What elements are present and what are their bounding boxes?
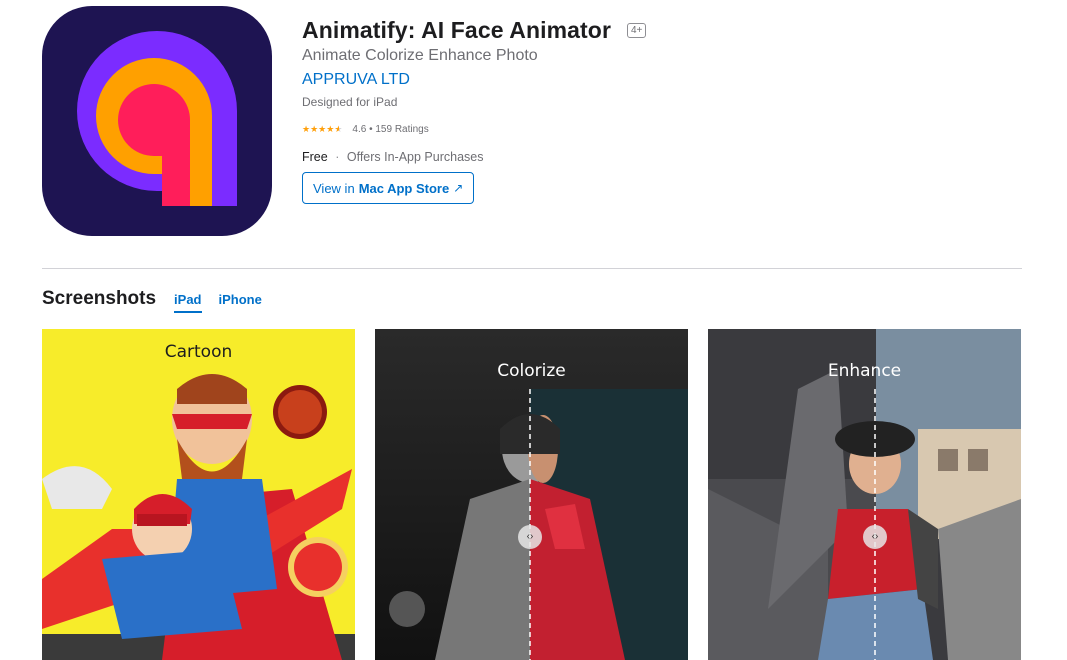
- view-in-mac-app-store-button[interactable]: View in Mac App Store ↗: [302, 172, 475, 204]
- external-arrow-icon: ↗: [453, 181, 464, 195]
- screenshot-label: Cartoon: [164, 342, 233, 362]
- compare-slider-knob[interactable]: ‹›: [863, 525, 887, 549]
- screenshot-enhance[interactable]: Enhance ‹›: [708, 329, 1021, 660]
- star-icon: ★: [302, 124, 311, 134]
- store-button-prefix: View in: [313, 180, 355, 196]
- screenshots-header: Screenshots iPad iPhone: [42, 288, 262, 313]
- app-header: Animatify: AI Face Animator 4+ Animate C…: [302, 14, 1002, 204]
- app-icon: [42, 6, 272, 236]
- app-title: Animatify: AI Face Animator: [302, 16, 611, 43]
- screenshots-title: Screenshots: [42, 288, 157, 309]
- ratings-row: ★ ★ ★ ★ ★ 4.6 • 159 Ratings: [302, 123, 1002, 135]
- developer-link[interactable]: APPRUVA LTD: [302, 71, 410, 93]
- store-button-name: Mac App Store: [358, 180, 450, 196]
- age-rating-badge: 4+: [627, 22, 647, 38]
- cartoon-image: [42, 329, 355, 660]
- star-icon: ★: [318, 124, 327, 134]
- ratings-count: 159 Ratings: [375, 123, 429, 135]
- rating-summary: 4.6 • 159 Ratings: [352, 123, 429, 135]
- half-star-icon: ★: [334, 124, 343, 134]
- screenshot-colorize[interactable]: Colorize ‹›: [375, 329, 688, 660]
- app-subtitle: Animate Colorize Enhance Photo: [302, 47, 538, 64]
- tab-ipad[interactable]: iPad: [174, 292, 202, 313]
- section-divider: [42, 268, 1022, 269]
- compare-slider-knob[interactable]: ‹›: [518, 525, 542, 549]
- star-rating-icon: ★ ★ ★ ★ ★: [302, 124, 342, 134]
- animatify-logo-icon: [42, 6, 272, 236]
- tab-iphone[interactable]: iPhone: [219, 292, 262, 311]
- star-icon: ★: [326, 124, 335, 134]
- price-row: Free · Offers In-App Purchases: [302, 150, 484, 164]
- rating-value: 4.6: [352, 123, 367, 135]
- price-label: Free: [302, 150, 328, 164]
- screenshot-label: Enhance: [827, 361, 902, 381]
- designed-for-label: Designed for iPad: [302, 95, 398, 109]
- in-app-purchases-label: Offers In-App Purchases: [346, 150, 484, 164]
- screenshot-label: Colorize: [497, 361, 566, 381]
- star-icon: ★: [310, 124, 319, 134]
- screenshot-cartoon[interactable]: Cartoon: [42, 329, 355, 660]
